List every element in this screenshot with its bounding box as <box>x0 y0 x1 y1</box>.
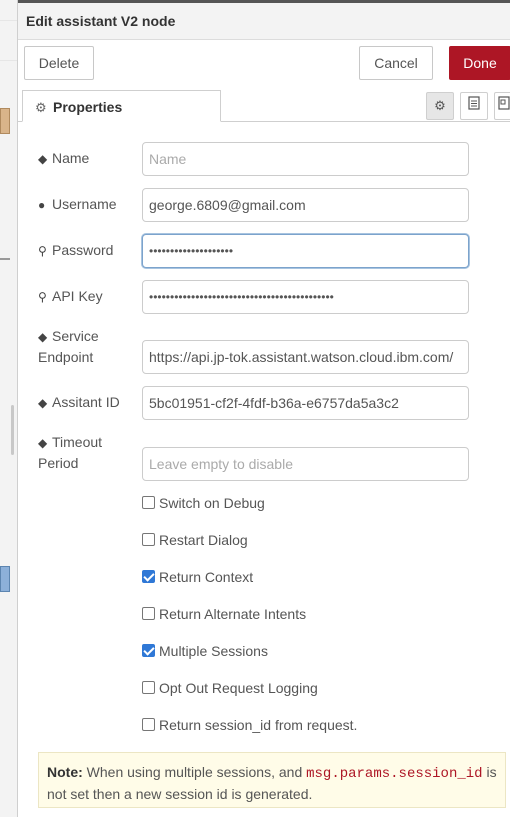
checkbox-label: Return Alternate Intents <box>159 606 307 622</box>
api-key-label: ⚲ API Key <box>38 286 138 307</box>
gear-icon: ⚙ <box>35 100 47 115</box>
tab-appearance-icon[interactable] <box>494 92 510 120</box>
canvas-node[interactable] <box>0 566 10 592</box>
user-icon: ● <box>38 198 46 212</box>
note-code: msg.params.session_id <box>306 766 483 782</box>
tag-icon: ◆ <box>38 436 48 450</box>
checkbox[interactable] <box>142 681 155 694</box>
tag-icon: ◆ <box>38 152 48 166</box>
done-button[interactable]: Done <box>449 46 510 80</box>
timeout-input[interactable]: Leave empty to disable <box>142 447 469 481</box>
flow-canvas-edge <box>0 0 18 817</box>
checkbox[interactable] <box>142 570 155 583</box>
api-key-input[interactable]: ••••••••••••••••••••••••••••••••••••••••… <box>142 280 469 314</box>
assistant-id-label: ◆ Assitant ID <box>38 392 138 413</box>
tag-icon: ◆ <box>38 330 48 344</box>
note-text-before: When using multiple sessions, and <box>82 764 307 780</box>
checkbox-label: Restart Dialog <box>159 532 248 548</box>
timeout-label: ◆ Timeout Period <box>38 434 103 471</box>
password-label: ⚲ Password <box>38 240 138 261</box>
edit-tray: Edit assistant V2 node Delete Cancel Don… <box>18 0 510 817</box>
username-label: ● Username <box>38 194 138 215</box>
delete-button[interactable]: Delete <box>24 46 94 80</box>
checkbox-label: Opt Out Request Logging <box>159 680 318 696</box>
session-note: Note: When using multiple sessions, and … <box>38 752 506 808</box>
checkbox[interactable] <box>142 533 155 546</box>
tray-tabs: ⚙ Properties ⚙ <box>18 90 510 122</box>
canvas-node[interactable] <box>0 108 10 134</box>
checkbox[interactable] <box>142 607 155 620</box>
canvas-gridline <box>0 60 17 61</box>
service-endpoint-input[interactable]: https://api.jp-tok.assistant.watson.clou… <box>142 340 469 374</box>
checkbox[interactable] <box>142 718 155 731</box>
cancel-button[interactable]: Cancel <box>359 46 433 80</box>
tray-resize-handle[interactable] <box>11 405 14 455</box>
service-endpoint-label: ◆ Service Endpoint <box>38 328 99 365</box>
tray-title: Edit assistant V2 node <box>26 13 176 29</box>
password-input[interactable]: •••••••••••••••••••• <box>142 234 469 268</box>
tab-properties[interactable]: ⚙ Properties <box>22 90 221 122</box>
name-label: ◆ Name <box>38 148 138 169</box>
checkbox-label: Return session_id from request. <box>159 717 358 733</box>
checkbox[interactable] <box>142 644 155 657</box>
note-title: Note: <box>47 764 83 780</box>
tray-header: Edit assistant V2 node <box>18 0 510 40</box>
name-input[interactable]: Name <box>142 142 469 176</box>
tab-properties-label: Properties <box>53 99 123 115</box>
username-input[interactable]: george.6809@gmail.com <box>142 188 469 222</box>
tab-description-icon[interactable] <box>460 92 488 120</box>
canvas-gridline <box>0 20 17 21</box>
checkbox-label: Return Context <box>159 569 254 585</box>
checkbox[interactable] <box>142 496 155 509</box>
canvas-wire <box>0 258 10 260</box>
tray-toolbar: Delete Cancel Done <box>18 46 510 82</box>
tab-settings-gear-icon[interactable]: ⚙ <box>426 92 454 120</box>
assistant-id-input[interactable]: 5bc01951-cf2f-4fdf-b36a-e6757da5a3c2 <box>142 386 469 420</box>
key-icon: ⚲ <box>38 244 47 258</box>
tag-icon: ◆ <box>38 396 48 410</box>
checkbox-label: Multiple Sessions <box>159 643 268 659</box>
checkbox-label: Switch on Debug <box>159 495 265 511</box>
key-icon: ⚲ <box>38 290 47 304</box>
